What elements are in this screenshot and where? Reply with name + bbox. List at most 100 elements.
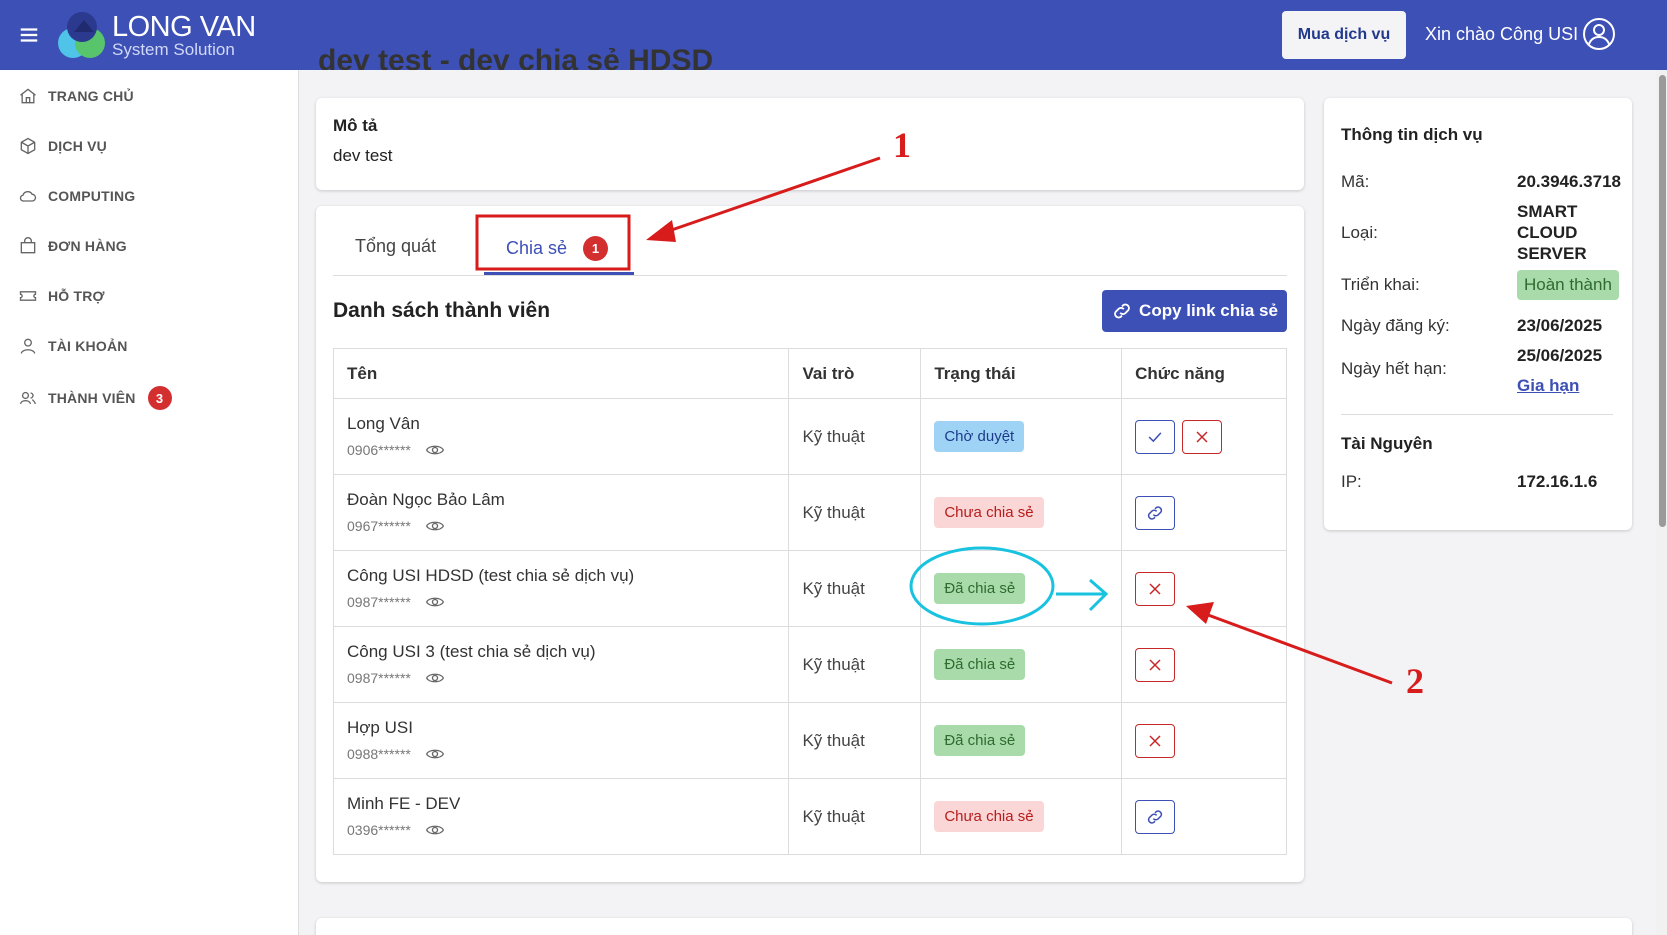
logo-title: LONG VAN — [112, 10, 256, 43]
status-cell: Đã chia sẻ — [920, 702, 1123, 779]
column-header-role: Vai trò — [788, 348, 922, 399]
table-row: Minh FE - DEV 0396****** Kỹ thuật Chưa c… — [332, 778, 1287, 855]
revoke-share-button[interactable] — [1135, 723, 1176, 758]
sidebar-item-label: THÀNH VIÊN — [48, 390, 136, 406]
share-link-button[interactable] — [1135, 799, 1176, 834]
copy-share-link-button[interactable]: Copy link chia sẻ — [1102, 290, 1287, 332]
link-icon — [1148, 505, 1163, 520]
eye-icon[interactable] — [425, 668, 445, 688]
link-icon — [1148, 809, 1163, 824]
ticket-icon — [19, 291, 37, 301]
member-phone: 0988****** — [347, 745, 411, 762]
status-badge: Chưa chia sẻ — [934, 497, 1044, 528]
status-badge: Đã chia sẻ — [934, 649, 1026, 680]
link-icon — [1114, 303, 1130, 319]
tab-share-label: Chia sẻ — [506, 238, 568, 258]
tab-share-badge: 1 — [583, 236, 609, 261]
sidebar-item-orders[interactable]: ĐƠN HÀNG — [18, 236, 127, 256]
status-badge: Chưa chia sẻ — [934, 801, 1044, 832]
status-cell: Chưa chia sẻ — [920, 474, 1123, 551]
members-title: Danh sách thành viên — [333, 299, 551, 322]
ip-value: 172.16.1.6 — [1517, 472, 1598, 491]
sidebar-item-members[interactable]: THÀNH VIÊN 3 — [18, 386, 172, 410]
tab-general[interactable]: Tổng quát — [355, 236, 436, 257]
bottom-card — [316, 918, 1632, 935]
reject-button[interactable] — [1181, 419, 1222, 454]
member-cell: Minh FE - DEV 0396****** — [332, 778, 790, 855]
column-header-actions: Chức năng — [1121, 348, 1287, 399]
member-phone-wrap: 0988****** — [347, 744, 788, 764]
greeting-text: Xin chào Công USI — [1425, 24, 1579, 44]
member-role: Kỹ thuật — [788, 550, 922, 627]
description-card: Mô tả dev test — [316, 98, 1304, 190]
users-icon — [19, 391, 37, 405]
table-header-row: Tên Vai trò Trạng thái Chức năng — [332, 348, 1287, 399]
actions-cell — [1121, 398, 1287, 475]
type-value-line2: CLOUD — [1517, 223, 1578, 242]
eye-icon[interactable] — [425, 516, 445, 536]
actions-cell — [1121, 550, 1287, 627]
description-label: Mô tả — [333, 116, 378, 135]
logo-subtitle: System Solution — [112, 39, 235, 59]
register-date-value: 23/06/2025 — [1517, 316, 1603, 335]
approve-button[interactable] — [1135, 419, 1176, 454]
members-table: Tên Vai trò Trạng thái Chức năng Long Vâ… — [332, 348, 1287, 855]
close-icon — [1149, 658, 1161, 671]
table-row: Long Vân 0906****** Kỹ thuật Chờ duyệt — [332, 398, 1287, 475]
description-value: dev test — [333, 146, 393, 165]
copy-share-link-label: Copy link chia sẻ — [1139, 301, 1278, 320]
member-phone: 0967****** — [347, 517, 411, 534]
member-phone: 0987****** — [347, 669, 411, 686]
cube-icon — [20, 137, 36, 155]
status-badge: Chờ duyệt — [934, 421, 1025, 452]
member-cell: Hợp USI 0988****** — [332, 702, 790, 779]
buy-service-button[interactable]: Mua dịch vụ — [1282, 11, 1406, 59]
annotation-number-2: 2 — [1406, 661, 1424, 701]
code-label: Mã: — [1341, 172, 1370, 191]
share-card: Tổng quát Chia sẻ 1 Danh sách thành viên… — [316, 206, 1304, 882]
tab-divider — [333, 275, 1287, 276]
eye-icon[interactable] — [425, 440, 445, 460]
status-cell: Chờ duyệt — [920, 398, 1123, 475]
member-name: Công USI 3 (test chia sẻ dịch vụ) — [347, 641, 596, 661]
cloud-icon — [19, 191, 37, 202]
register-date-label: Ngày đăng ký: — [1341, 316, 1450, 335]
revoke-share-button[interactable] — [1135, 647, 1176, 682]
eye-icon[interactable] — [425, 744, 445, 764]
share-link-button[interactable] — [1135, 495, 1176, 530]
actions-cell — [1121, 474, 1287, 551]
expire-date-value: 25/06/2025 — [1517, 346, 1603, 365]
sidebar-item-account[interactable]: TÀI KHOẢN — [18, 336, 128, 356]
service-info-title: Thông tin dịch vụ — [1341, 125, 1483, 144]
renew-link[interactable]: Gia hạn — [1517, 376, 1579, 396]
account-circle-icon[interactable] — [1582, 17, 1616, 51]
deploy-label: Triển khai: — [1341, 275, 1420, 294]
logo[interactable]: LONG VAN System Solution — [54, 10, 256, 60]
member-phone-wrap: 0906****** — [347, 440, 788, 460]
sidebar-item-home[interactable]: TRANG CHỦ — [18, 86, 134, 106]
status-badge: Đã chia sẻ — [934, 725, 1026, 756]
member-role: Kỹ thuật — [788, 398, 922, 475]
resource-title: Tài Nguyên — [1341, 434, 1433, 453]
table-row: Đoàn Ngọc Bảo Lâm 0967****** Kỹ thuật Ch… — [332, 474, 1287, 551]
page-title: dev test - dev chia sẻ HDSD — [318, 46, 714, 70]
service-info-card: Thông tin dịch vụ Mã: 20.3946.3718 Loại:… — [1324, 98, 1632, 530]
hamburger-menu-icon[interactable] — [16, 22, 42, 48]
column-header-name: Tên — [332, 348, 790, 399]
bag-icon — [20, 237, 36, 254]
top-header: LONG VAN System Solution Mua dịch vụ Xin… — [0, 0, 1667, 70]
home-icon — [20, 88, 36, 104]
type-value-line3: SERVER — [1517, 244, 1587, 263]
sidebar-item-computing[interactable]: COMPUTING — [18, 186, 135, 206]
table-row: Hợp USI 0988****** Kỹ thuật Đã chia sẻ — [332, 702, 1287, 779]
sidebar-item-services[interactable]: DỊCH VỤ — [18, 136, 107, 156]
sidebar-item-support[interactable]: HỖ TRỢ — [18, 286, 105, 306]
tab-share[interactable]: Chia sẻ 1 — [506, 236, 609, 261]
member-name: Hợp USI — [347, 717, 413, 737]
revoke-share-button[interactable] — [1135, 571, 1176, 606]
close-icon — [1149, 582, 1161, 595]
scrollbar-thumb[interactable] — [1659, 75, 1666, 527]
sidebar-item-label: TRANG CHỦ — [48, 88, 134, 104]
eye-icon[interactable] — [425, 820, 445, 840]
eye-icon[interactable] — [425, 592, 445, 612]
